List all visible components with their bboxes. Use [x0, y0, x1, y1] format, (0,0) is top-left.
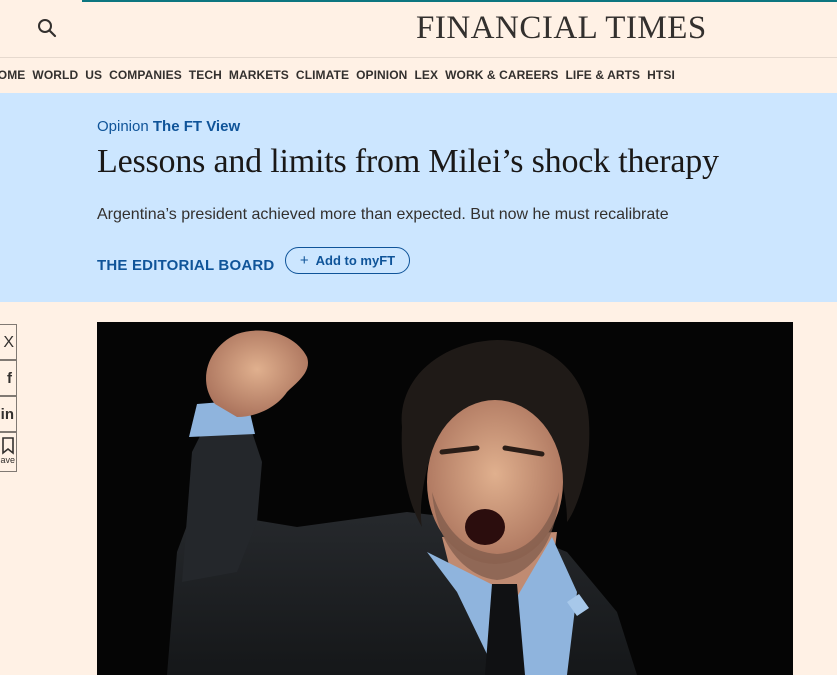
save-article-button[interactable]: Save: [0, 432, 17, 472]
kicker-section-link[interactable]: Opinion: [97, 118, 149, 135]
site-header: FINANCIAL TIMES: [0, 0, 837, 57]
article-header: Opinion The FT View Lessons and limits f…: [0, 93, 837, 302]
nav-list: HOME WORLD US COMPANIES TECH MARKETS CLIMATE OP…: [0, 68, 682, 82]
add-to-myft-label: Add to myFT: [315, 253, 396, 268]
article-standfirst: Argentina’s president achieved more than…: [97, 206, 669, 223]
save-label: Save: [0, 455, 15, 465]
main-navigation: HOME WORLD US COMPANIES TECH MARKETS CLIMATE OP…: [0, 57, 837, 95]
nav-item-us[interactable]: US: [85, 68, 102, 82]
nav-item-markets[interactable]: MARKETS: [229, 68, 289, 82]
search-button[interactable]: [36, 16, 60, 40]
nav-item-world[interactable]: WORLD: [32, 68, 78, 82]
search-icon: [38, 19, 57, 38]
photo-man-raised-fist: [97, 322, 793, 675]
nav-item-companies[interactable]: COMPANIES: [109, 68, 182, 82]
plus-icon: +: [299, 252, 309, 269]
share-facebook-button[interactable]: f: [0, 360, 17, 396]
masthead-logo[interactable]: FINANCIAL TIMES: [416, 10, 707, 47]
nav-item-work-careers[interactable]: WORK & CAREERS: [445, 68, 558, 82]
article-main-image[interactable]: [97, 322, 793, 675]
nav-item-climate[interactable]: CLIMATE: [296, 68, 349, 82]
nav-item-tech[interactable]: TECH: [189, 68, 222, 82]
share-x-button[interactable]: X: [0, 324, 17, 360]
nav-item-htsi[interactable]: HTSI: [647, 68, 675, 82]
nav-item-life-arts[interactable]: LIFE & ARTS: [565, 68, 640, 82]
author-byline-link[interactable]: THE EDITORIAL BOARD: [97, 257, 274, 274]
share-linkedin-button[interactable]: in: [0, 396, 17, 432]
x-icon: X: [3, 334, 14, 351]
linkedin-icon: in: [0, 406, 14, 423]
add-to-myft-button[interactable]: + Add to myFT: [285, 247, 410, 274]
bookmark-icon: [2, 437, 14, 455]
article-headline: Lessons and limits from Milei’s shock th…: [97, 143, 719, 180]
kicker-series-link[interactable]: The FT View: [153, 118, 240, 135]
facebook-icon: f: [7, 370, 12, 387]
nav-item-lex[interactable]: LEX: [414, 68, 438, 82]
nav-item-opinion[interactable]: OPINION: [356, 68, 407, 82]
nav-item-home[interactable]: HOME: [0, 68, 25, 82]
article-kicker: Opinion The FT View: [97, 118, 240, 135]
